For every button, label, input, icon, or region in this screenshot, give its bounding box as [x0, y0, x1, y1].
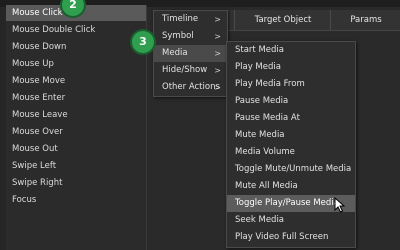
chevron-right-icon: >	[214, 66, 221, 75]
event-item-mouse-out[interactable]: Mouse Out	[6, 141, 146, 157]
event-item-mouse-double-click[interactable]: Mouse Double Click	[6, 22, 146, 38]
menu-item-symbol[interactable]: Symbol >	[154, 28, 227, 45]
event-item-focus[interactable]: Focus	[6, 192, 146, 208]
menu-item-label: Hide/Show	[162, 65, 208, 75]
event-item-mouse-down[interactable]: Mouse Down	[6, 39, 146, 55]
chevron-right-icon: >	[214, 15, 221, 24]
event-item-mouse-leave[interactable]: Mouse Leave	[6, 107, 146, 123]
menu-item-toggle-mute-unmute-media[interactable]: Toggle Mute/Unmute Media	[227, 161, 355, 178]
menu-item-mute-media[interactable]: Mute Media	[227, 127, 355, 144]
menu-item-mute-all-media[interactable]: Mute All Media	[227, 178, 355, 195]
chevron-right-icon: >	[214, 49, 221, 58]
media-actions-menu: Start Media Play Media Play Media From P…	[226, 41, 356, 248]
menu-item-play-media-from[interactable]: Play Media From	[227, 76, 355, 93]
column-params[interactable]: Params	[330, 10, 400, 30]
chevron-right-icon: >	[214, 83, 221, 92]
event-item-swipe-left[interactable]: Swipe Left	[6, 158, 146, 174]
menu-item-play-media[interactable]: Play Media	[227, 59, 355, 76]
column-target-object[interactable]: Target Object	[234, 10, 331, 30]
event-item-mouse-over[interactable]: Mouse Over	[6, 124, 146, 140]
event-item-mouse-move[interactable]: Mouse Move	[6, 73, 146, 89]
menu-item-play-video-full-screen[interactable]: Play Video Full Screen	[227, 229, 355, 246]
event-item-mouse-up[interactable]: Mouse Up	[6, 56, 146, 72]
step-callout-3: 3	[132, 31, 154, 53]
menu-item-start-media[interactable]: Start Media	[227, 42, 355, 59]
chevron-right-icon: >	[214, 32, 221, 41]
menu-item-label: Other Actions	[162, 82, 220, 92]
menu-item-pause-media[interactable]: Pause Media	[227, 93, 355, 110]
event-list: Mouse Click Mouse Double Click Mouse Dow…	[6, 5, 147, 250]
menu-item-seek-media[interactable]: Seek Media	[227, 212, 355, 229]
menu-item-label: Timeline	[162, 14, 199, 24]
actions-grid-header: Target Object Params	[222, 10, 400, 31]
menu-item-pause-media-at[interactable]: Pause Media At	[227, 110, 355, 127]
menu-item-media-volume[interactable]: Media Volume	[227, 144, 355, 161]
menu-item-hide-show[interactable]: Hide/Show >	[154, 62, 227, 79]
event-item-swipe-right[interactable]: Swipe Right	[6, 175, 146, 191]
mouse-pointer-icon	[334, 196, 346, 213]
event-item-mouse-enter[interactable]: Mouse Enter	[6, 90, 146, 106]
menu-item-label: Media	[162, 48, 188, 58]
action-category-menu: Timeline > Symbol > Media > Hide/Show > …	[153, 10, 228, 97]
menu-item-media[interactable]: Media >	[154, 45, 227, 62]
menu-item-timeline[interactable]: Timeline >	[154, 11, 227, 28]
menu-item-other-actions[interactable]: Other Actions >	[154, 79, 227, 96]
menu-item-label: Symbol	[162, 31, 194, 41]
